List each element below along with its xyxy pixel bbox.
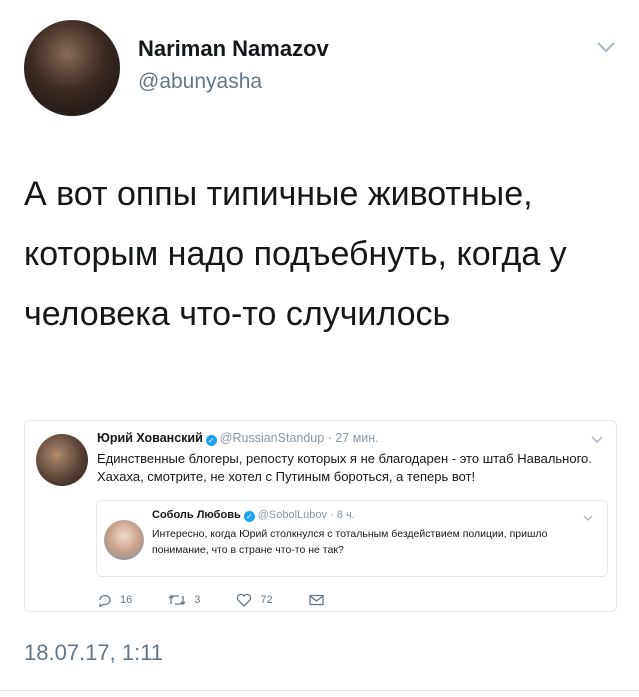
embedded-author-avatar[interactable] — [36, 434, 88, 486]
verified-icon: ✓ — [205, 435, 217, 446]
reply-button[interactable]: 16 — [98, 594, 132, 607]
retweet-icon — [168, 595, 186, 605]
quoted-author-name[interactable]: Соболь Любовь — [152, 509, 241, 521]
author-avatar[interactable] — [24, 20, 120, 116]
verified-icon: ✓ — [243, 511, 255, 522]
tweet-actions: 16 3 72 — [98, 590, 368, 610]
author-handle[interactable]: @abunyasha — [138, 70, 262, 94]
like-count: 72 — [260, 594, 273, 606]
retweet-button[interactable]: 3 — [168, 594, 200, 606]
embedded-tweet-text: Единственные блогеры, репосту которых я … — [97, 451, 592, 484]
like-icon — [237, 593, 252, 607]
author-name[interactable]: Nariman Namazov — [138, 36, 329, 62]
tweet-timestamp[interactable]: 18.07.17, 1:11 — [24, 640, 163, 666]
chevron-down-icon[interactable] — [583, 515, 593, 522]
reply-count: 16 — [120, 594, 133, 606]
quoted-author-avatar[interactable] — [104, 520, 144, 560]
quoted-tweet-time[interactable]: · 8 ч. — [330, 509, 355, 521]
chevron-down-icon[interactable] — [591, 436, 603, 444]
chevron-down-icon[interactable] — [596, 40, 616, 54]
retweet-count: 3 — [194, 594, 201, 606]
message-button[interactable] — [308, 594, 332, 606]
embedded-author-name[interactable]: Юрий Хованский — [97, 431, 203, 445]
quoted-tweet-header: Соболь Любовь ✓ @SobolLubov · 8 ч. — [152, 509, 355, 522]
reply-icon — [99, 594, 111, 607]
tweet-text: А вот оппы типичные животные, которым на… — [24, 175, 567, 333]
message-icon — [308, 594, 324, 606]
embedded-author-handle[interactable]: @RussianStandup — [220, 431, 324, 445]
divider — [0, 690, 639, 691]
quoted-author-handle[interactable]: @SobolLubov — [258, 509, 327, 521]
like-button[interactable]: 72 — [236, 593, 273, 607]
quoted-tweet-text: Интересно, когда Юрий столкнулся с тотал… — [152, 528, 548, 556]
embedded-tweet-time[interactable]: · 27 мин. — [328, 431, 379, 445]
embedded-tweet-header: Юрий Хованский ✓ @RussianStandup · 27 мин. — [97, 431, 379, 446]
